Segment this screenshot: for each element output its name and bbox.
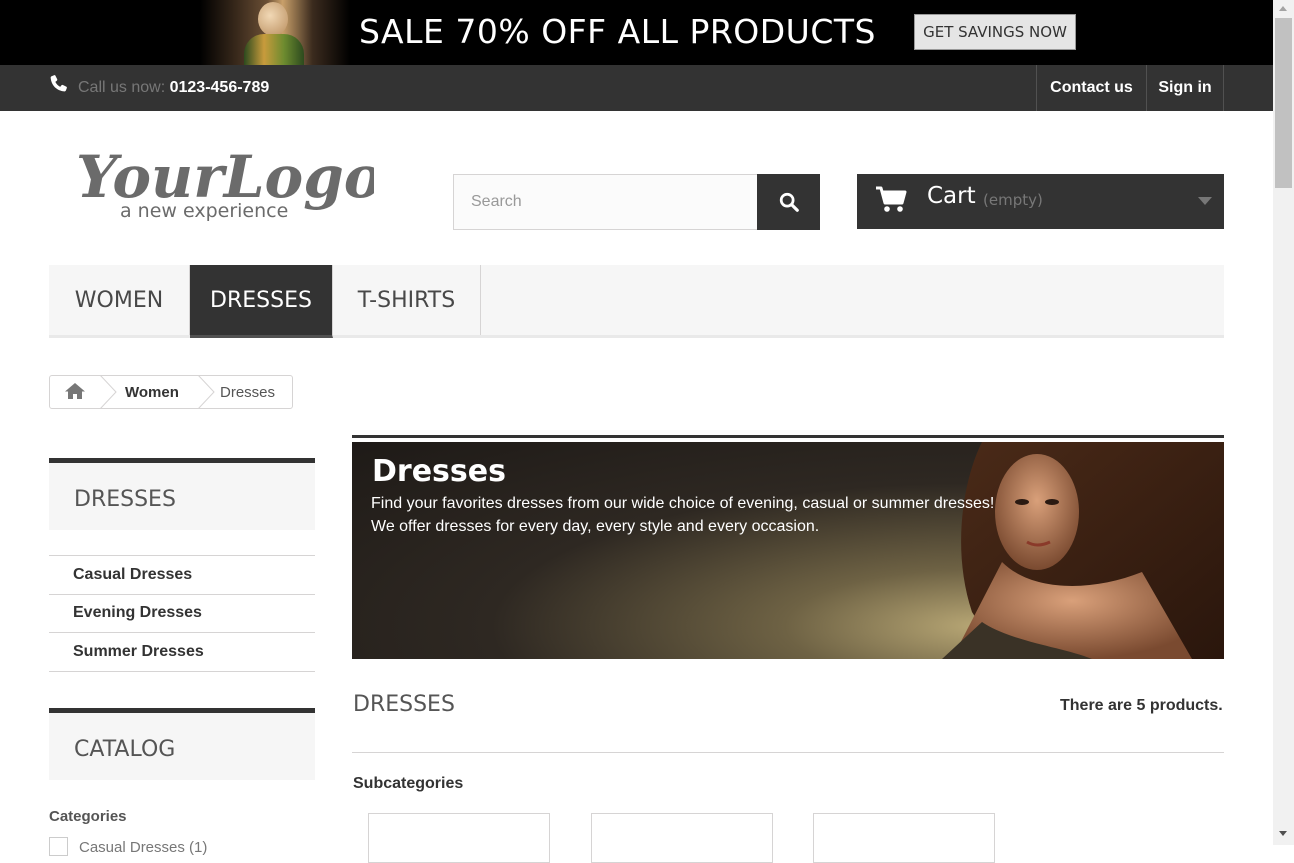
breadcrumb-women[interactable]: Women — [125, 384, 179, 401]
get-savings-button[interactable]: GET SAVINGS NOW — [914, 14, 1076, 50]
filter-checkbox[interactable] — [49, 837, 68, 856]
category-top-border — [352, 435, 1224, 438]
sign-in-link[interactable]: Sign in — [1146, 65, 1224, 111]
home-icon[interactable] — [64, 382, 86, 400]
sidebar-item-evening-dresses[interactable]: Evening Dresses — [49, 595, 315, 633]
subcategory-card[interactable] — [813, 813, 995, 863]
subcategory-card[interactable] — [591, 813, 773, 863]
sidebar-item-casual-dresses[interactable]: Casual Dresses — [49, 556, 315, 595]
sidebar-item-summer-dresses[interactable]: Summer Dresses — [49, 633, 315, 672]
category-model-image — [942, 442, 1224, 659]
category-description: Find your favorites dresses from our wid… — [371, 492, 994, 538]
category-description-line: Find your favorites dresses from our wid… — [371, 495, 995, 512]
subcategories-label: Subcategories — [353, 775, 464, 792]
menu-item-women[interactable]: WOMEN — [49, 265, 190, 335]
product-count: There are 5 products. — [1060, 697, 1223, 714]
call-us-text: Call us now: 0123-456-789 — [78, 79, 269, 97]
search-input[interactable]: Search — [453, 174, 758, 230]
contact-us-link[interactable]: Contact us — [1036, 65, 1146, 111]
phone-icon — [50, 75, 67, 92]
cart-status: (empty) — [983, 191, 1043, 209]
product-list-heading: DRESSES — [353, 692, 455, 717]
call-us-label: Call us now: — [78, 79, 166, 96]
filter-categories-label: Categories — [49, 808, 127, 825]
category-description-line: We offer dresses for every day, every st… — [371, 518, 820, 535]
sidebar-catalog-title: CATALOG — [74, 737, 176, 762]
scroll-down-arrow-icon[interactable] — [1279, 831, 1287, 836]
cart-button[interactable]: Cart (empty) — [857, 174, 1224, 229]
sidebar-dresses-title[interactable]: DRESSES — [74, 487, 176, 512]
category-banner: Dresses Find your favorites dresses from… — [352, 442, 1224, 659]
scroll-thumb[interactable] — [1275, 18, 1292, 188]
sidebar-subcategory-list: Casual Dresses Evening Dresses Summer Dr… — [49, 555, 315, 672]
logo[interactable]: YourLogo a new experience — [74, 135, 374, 225]
breadcrumb-separator — [99, 375, 117, 409]
cart-icon — [876, 186, 907, 212]
divider — [352, 752, 1224, 753]
cart-label: Cart — [927, 183, 976, 209]
filter-option-label[interactable]: Casual Dresses (1) — [79, 839, 207, 856]
search-icon — [779, 192, 799, 212]
phone-number: 0123-456-789 — [169, 79, 270, 96]
menu-item-dresses[interactable]: DRESSES — [190, 265, 333, 338]
search-button[interactable] — [757, 174, 820, 230]
breadcrumb: Women Dresses — [49, 375, 293, 409]
breadcrumb-separator — [197, 375, 215, 409]
scrollbar[interactable] — [1273, 0, 1294, 845]
sidebar-dresses-block: DRESSES — [49, 458, 315, 530]
menu-item-t-shirts[interactable]: T-SHIRTS — [333, 265, 481, 335]
category-title: Dresses — [372, 454, 506, 489]
subcategory-card[interactable] — [368, 813, 550, 863]
promo-text: SALE 70% OFF ALL PRODUCTS — [359, 12, 876, 51]
breadcrumb-dresses: Dresses — [220, 384, 276, 401]
logo-tagline: a new experience — [120, 200, 288, 222]
promo-model-image — [200, 0, 350, 65]
sidebar-catalog-block: CATALOG — [49, 708, 315, 780]
promo-banner[interactable]: SALE 70% OFF ALL PRODUCTS GET SAVINGS NO… — [0, 0, 1273, 65]
chevron-down-icon — [1198, 197, 1212, 205]
scroll-up-arrow-icon[interactable] — [1279, 6, 1287, 11]
